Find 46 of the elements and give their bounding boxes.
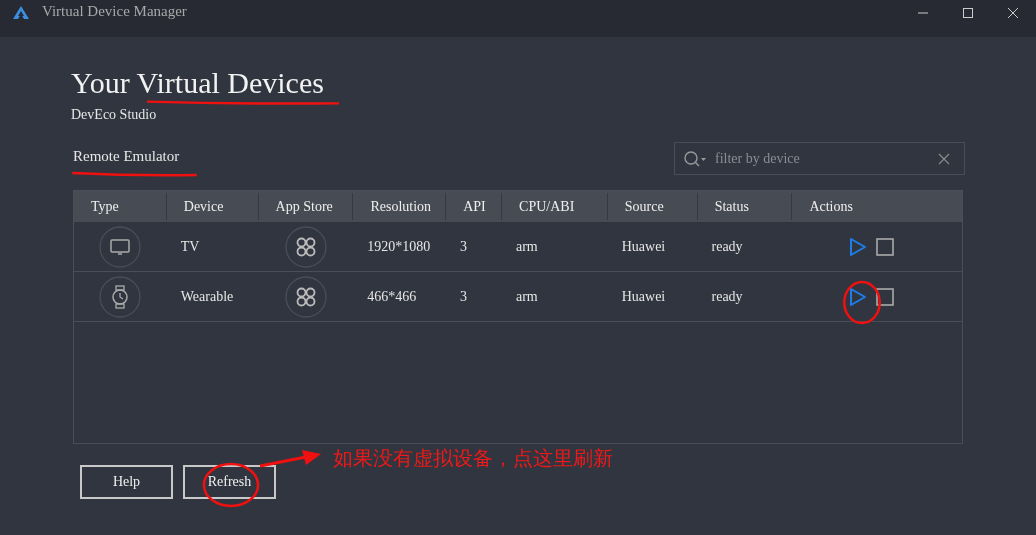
section-title: Remote Emulator (73, 147, 180, 165)
column-header: Device (166, 193, 259, 220)
app-store-icon (284, 225, 327, 268)
search-field[interactable]: filter by device (674, 142, 965, 175)
play-icon[interactable] (849, 286, 868, 307)
circle-mark (202, 462, 260, 508)
arrow-mark (258, 448, 322, 470)
table-cell: TV (180, 238, 200, 255)
column-header: Actions (808, 198, 854, 216)
close-icon[interactable] (1007, 7, 1019, 19)
column-header: Resolution (353, 193, 447, 220)
stop-icon[interactable] (876, 287, 895, 306)
column-header: Source (607, 193, 698, 220)
clear-icon[interactable] (938, 152, 950, 165)
circle-mark (843, 280, 881, 325)
table-cell: arm (515, 238, 538, 255)
monitor-icon (99, 225, 142, 268)
watch-icon (99, 275, 142, 318)
stop-icon[interactable] (876, 237, 895, 256)
table-cell: Wearable (180, 288, 234, 305)
column-header: CPU/ABI (502, 193, 608, 220)
table-cell: 466*466 (367, 288, 417, 305)
table-cell: Huawei (621, 238, 666, 255)
search-icon (683, 149, 707, 168)
column-header: API (446, 193, 503, 220)
app-store-icon (284, 275, 327, 318)
table-cell: Huawei (621, 288, 666, 305)
column-header: Type (74, 193, 167, 220)
table-cell: 1920*1080 (367, 238, 431, 255)
annotation-note: 如果没有虚拟设备，点这里刷新 (333, 445, 613, 472)
play-icon[interactable] (849, 236, 868, 257)
table-cell: 3 (460, 288, 468, 305)
table-cell: ready (711, 288, 743, 305)
maximize-icon[interactable] (962, 7, 974, 19)
app-logo-icon (12, 5, 30, 21)
table-cell: arm (515, 288, 538, 305)
action-button[interactable]: Help (80, 465, 173, 499)
subtitle: DevEco Studio (71, 107, 158, 123)
action-button[interactable]: Refresh (183, 465, 276, 499)
window-title: Virtual Device Manager (42, 3, 187, 20)
page-heading: Your Virtual Devices (71, 65, 324, 99)
table-cell: ready (711, 238, 743, 255)
table-cell: 3 (460, 238, 468, 255)
column-header: App Store (258, 193, 354, 220)
column-header: Status (697, 193, 793, 220)
search-input[interactable]: filter by device (713, 149, 932, 168)
